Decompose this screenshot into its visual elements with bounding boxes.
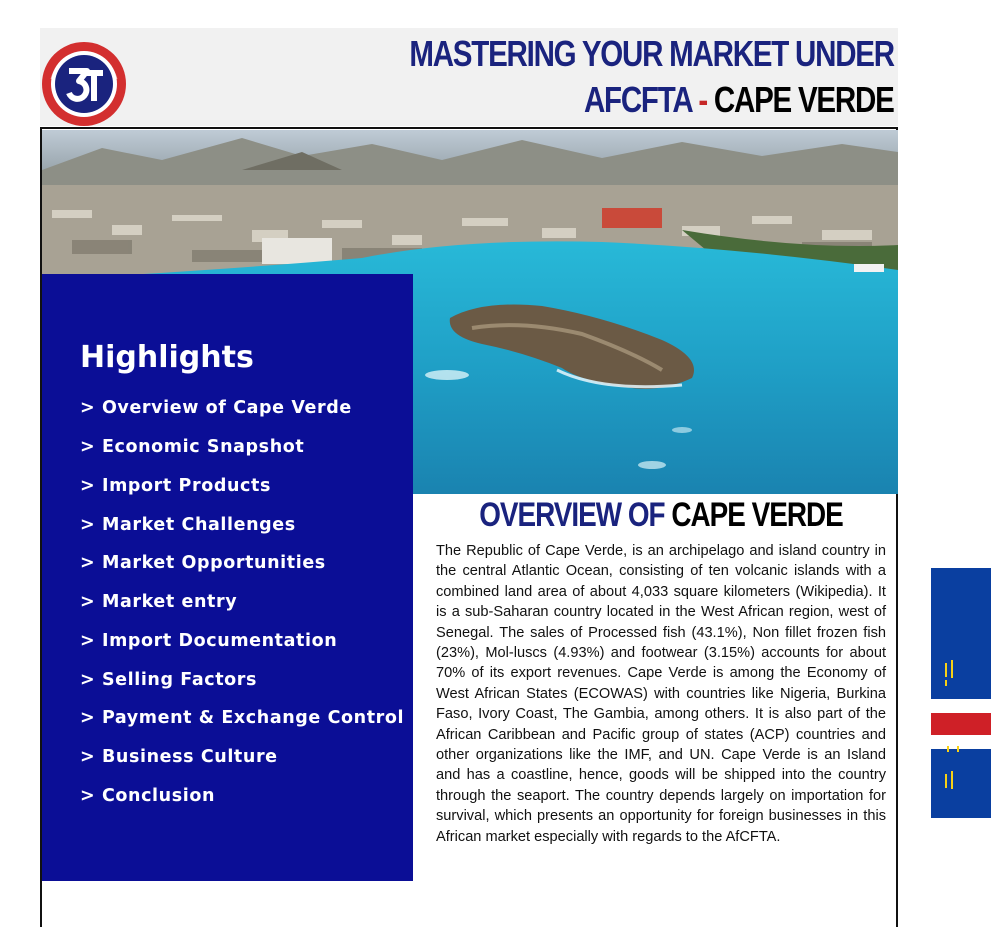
highlight-item-market-entry[interactable]: > Market entry — [80, 592, 237, 612]
overview-title-country: CAPE VERDE — [671, 496, 843, 534]
title-line-2: AFCFTA - CAPE VERDE — [584, 79, 895, 120]
highlights-title: Highlights — [80, 340, 254, 375]
company-logo — [42, 42, 126, 126]
highlight-item-import-documentation[interactable]: > Import Documentation — [80, 631, 337, 651]
highlight-item-economic-snapshot[interactable]: > Economic Snapshot — [80, 437, 304, 457]
overview-body: The Republic of Cape Verde, is an archip… — [436, 543, 886, 845]
highlight-item-selling-factors[interactable]: > Selling Factors — [80, 670, 257, 690]
title-dash: - — [691, 79, 715, 120]
highlight-item-import-products[interactable]: > Import Products — [80, 476, 271, 496]
highlight-item-market-opportunities[interactable]: > Market Opportunities — [80, 553, 326, 573]
highlight-item-business-culture[interactable]: > Business Culture — [80, 747, 278, 767]
highlight-item-conclusion[interactable]: > Conclusion — [80, 786, 215, 806]
highlight-item-overview[interactable]: > Overview of Cape Verde — [80, 398, 352, 418]
overview-title: OVERVIEW OF CAPE VERDE — [477, 496, 846, 535]
title-line-1: MASTERING YOUR MARKET UNDER — [409, 33, 895, 74]
highlight-item-market-challenges[interactable]: > Market Challenges — [80, 515, 296, 535]
cape-verde-flag-icon — [931, 568, 991, 818]
highlight-item-payment-exchange[interactable]: > Payment & Exchange Control — [80, 708, 404, 728]
overview-title-prefix: OVERVIEW OF — [479, 496, 672, 534]
title-country: CAPE VERDE — [714, 79, 895, 120]
title-afcfta: AFCFTA — [584, 79, 693, 120]
